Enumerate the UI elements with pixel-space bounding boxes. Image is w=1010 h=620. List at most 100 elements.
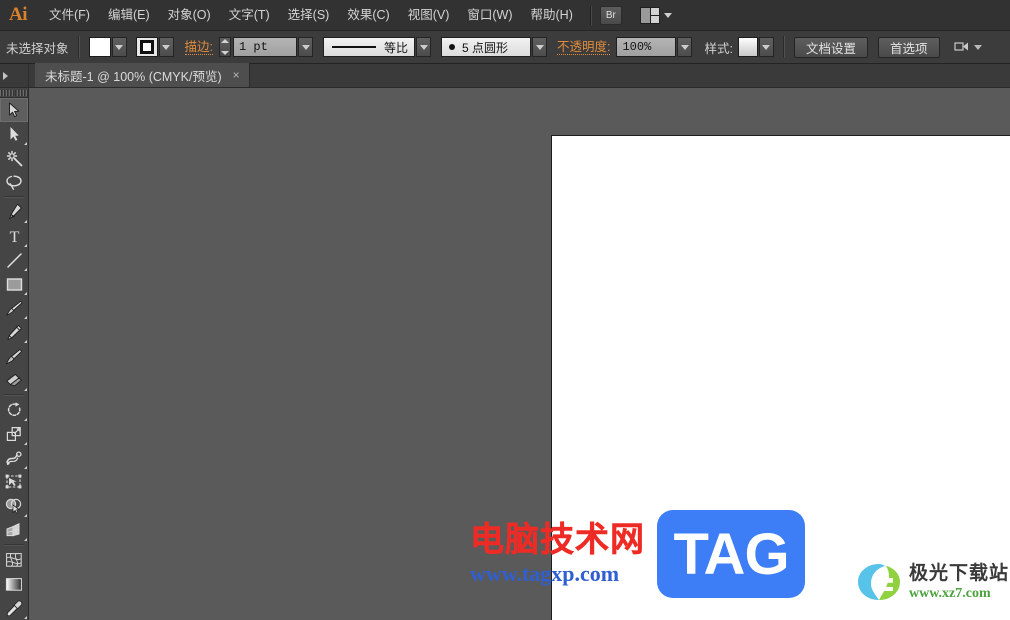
chevron-down-icon (162, 44, 171, 50)
menu-select[interactable]: 选择(S) (279, 3, 339, 27)
tools-divider-3 (4, 544, 24, 546)
chevron-down-icon (419, 44, 428, 50)
brush-definition-display[interactable]: 5 点圆形 (441, 37, 531, 57)
document-tab[interactable]: 未标题-1 @ 100% (CMYK/预览) × (35, 63, 250, 87)
graphic-style-control[interactable] (737, 37, 774, 57)
chevron-down-icon (535, 44, 544, 50)
width-tool[interactable] (0, 446, 28, 470)
go-to-bridge-button[interactable]: Br (599, 5, 622, 25)
brush-round-dot-icon (449, 44, 455, 50)
eraser-tool[interactable] (0, 368, 28, 392)
width-profile-dropdown-button[interactable] (416, 37, 431, 57)
document-setup-button[interactable]: 文档设置 (793, 36, 868, 58)
shape-builder-tool[interactable] (0, 494, 28, 518)
stroke-control[interactable] (135, 37, 174, 57)
free-transform-icon (5, 474, 22, 489)
app-logo-icon: Ai (9, 4, 28, 25)
stepper-up-icon[interactable] (221, 39, 229, 43)
stroke-dropdown-button[interactable] (158, 37, 174, 57)
menu-effect[interactable]: 效果(C) (338, 3, 398, 27)
blob-brush-icon (5, 348, 23, 364)
opacity-control[interactable]: 100% (616, 37, 693, 57)
stroke-weight-input[interactable]: 1 pt (233, 37, 297, 57)
fill-dropdown-button[interactable] (111, 37, 127, 57)
stroke-weight-control[interactable]: 1 pt (219, 37, 313, 57)
arrow-cursor-icon (8, 102, 19, 118)
brush-definition-dropdown-button[interactable] (532, 37, 547, 57)
preferences-button[interactable]: 首选项 (877, 36, 940, 58)
flyout-indicator-icon (24, 340, 27, 343)
rotate-tool[interactable] (0, 398, 28, 422)
menu-object[interactable]: 对象(O) (159, 3, 220, 27)
stroke-weight-dropdown-button[interactable] (298, 37, 313, 57)
close-icon[interactable]: × (231, 69, 242, 81)
stroke-weight-stepper[interactable] (219, 37, 231, 57)
brush-definition-control[interactable]: 5 点圆形 (441, 37, 547, 57)
opacity-dropdown-button[interactable] (677, 37, 693, 57)
flyout-indicator-icon (24, 442, 27, 445)
arrange-documents-button[interactable] (639, 6, 672, 24)
graphic-style-label: 样式: (704, 41, 733, 56)
gradient-icon (5, 577, 22, 591)
direct-selection-tool[interactable] (0, 122, 28, 146)
expand-collapse-icon[interactable] (3, 72, 8, 80)
pencil-tool[interactable] (0, 320, 28, 344)
watermark-tagxp-chinese: 电脑技术网 (470, 520, 645, 560)
chevron-down-icon (115, 44, 124, 50)
stroke-weight-label[interactable]: 描边: (184, 40, 213, 55)
magic-wand-tool[interactable] (0, 146, 28, 170)
fill-control[interactable] (88, 37, 127, 57)
watermark-tagxp-text: 电脑技术网 www.tagxp.com (470, 523, 645, 585)
tools-panel: T (0, 64, 29, 620)
align-to-pixel-grid-control[interactable] (953, 40, 982, 54)
stroke-swatch[interactable] (135, 37, 158, 57)
menu-edit[interactable]: 编辑(E) (99, 3, 159, 27)
menu-file[interactable]: 文件(F) (40, 3, 99, 27)
watermark-tagxp-badge: TAG (657, 510, 805, 598)
fill-swatch[interactable] (88, 37, 111, 57)
gradient-tool[interactable] (0, 572, 28, 596)
graphic-style-swatch[interactable] (737, 37, 758, 57)
tools-panel-header[interactable] (0, 64, 28, 88)
lasso-tool[interactable] (0, 170, 28, 194)
paintbrush-tool[interactable] (0, 296, 28, 320)
width-profile-display[interactable]: 等比 (323, 37, 415, 57)
align-to-pixel-grid-icon (953, 42, 968, 51)
magic-wand-icon (6, 150, 22, 166)
flyout-indicator-icon (24, 418, 27, 421)
stepper-down-icon[interactable] (221, 51, 229, 55)
selection-tool[interactable] (0, 98, 28, 122)
line-segment-tool[interactable] (0, 248, 28, 272)
menu-type[interactable]: 文字(T) (220, 3, 279, 27)
opacity-input[interactable]: 100% (616, 37, 677, 57)
perspective-grid-tool[interactable] (0, 518, 28, 542)
mesh-tool[interactable] (0, 548, 28, 572)
pen-nib-icon (8, 203, 22, 220)
control-bar: 未选择对象 描边: 1 pt 等比 5 点圆形 不透明度: 100% 样式: 文… (0, 31, 1010, 64)
flyout-indicator-icon (24, 244, 27, 247)
menu-view[interactable]: 视图(V) (399, 3, 459, 27)
flyout-indicator-icon (24, 538, 27, 541)
flyout-indicator-icon (24, 466, 27, 469)
free-transform-tool[interactable] (0, 470, 28, 494)
control-divider-1 (77, 36, 80, 58)
menu-help[interactable]: 帮助(H) (522, 3, 582, 27)
chevron-down-icon (680, 44, 689, 50)
type-tool[interactable]: T (0, 224, 28, 248)
opacity-label[interactable]: 不透明度: (557, 40, 611, 55)
eyedropper-tool[interactable] (0, 596, 28, 620)
watermark-tagxp: 电脑技术网 www.tagxp.com TAG (470, 510, 805, 598)
width-profile-control[interactable]: 等比 (323, 37, 431, 57)
width-warp-icon (6, 450, 22, 465)
graphic-style-dropdown-button[interactable] (758, 37, 774, 57)
scale-tool[interactable] (0, 422, 28, 446)
rectangle-tool[interactable] (0, 272, 28, 296)
pen-tool[interactable] (0, 200, 28, 224)
flyout-indicator-icon (24, 292, 27, 295)
line-diagonal-icon (6, 252, 22, 268)
rotate-icon (7, 401, 21, 416)
menu-window[interactable]: 窗口(W) (458, 3, 521, 27)
blob-brush-tool[interactable] (0, 344, 28, 368)
tools-panel-grip[interactable] (0, 88, 29, 98)
paintbrush-icon (6, 300, 23, 316)
